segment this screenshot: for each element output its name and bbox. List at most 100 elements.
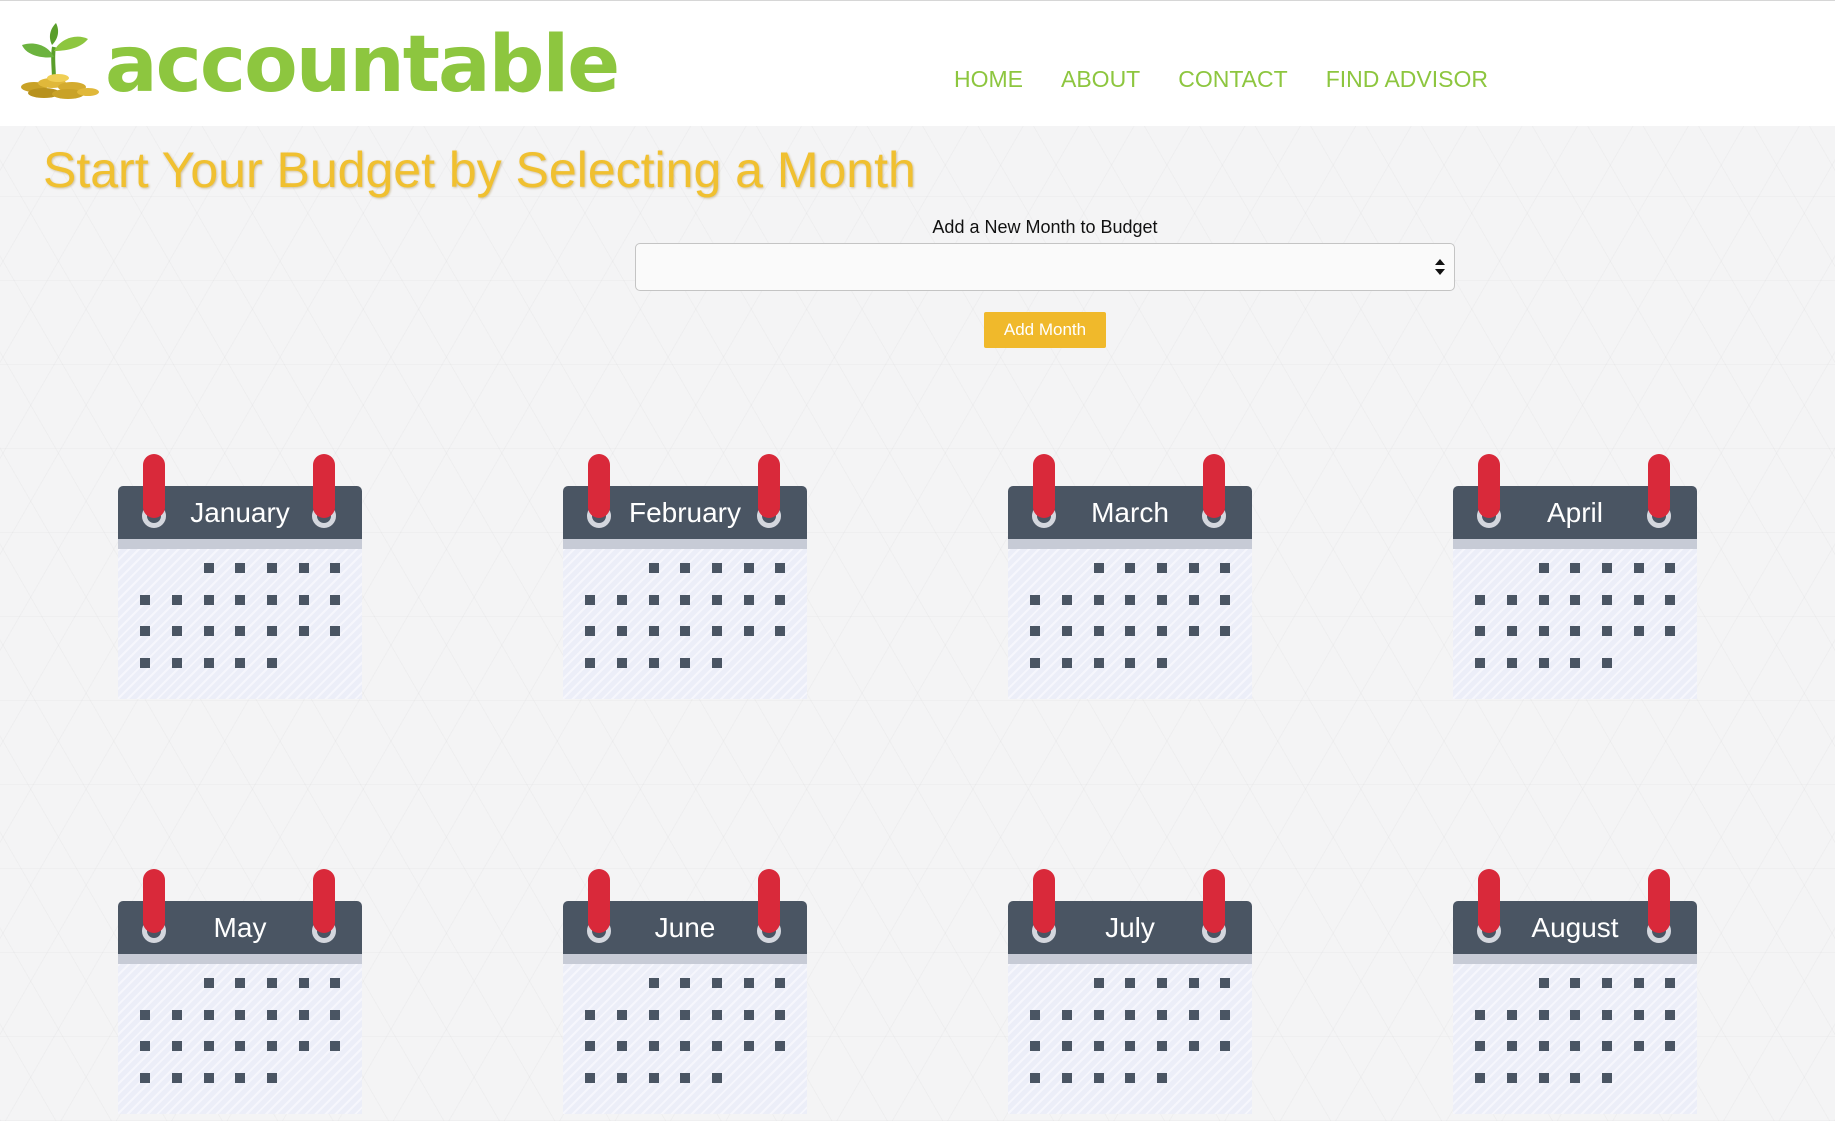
calendar-day-dot	[172, 1041, 182, 1051]
calendar-day-dot	[235, 1041, 245, 1051]
calendar-day-dot	[1539, 658, 1549, 668]
add-month-button[interactable]: Add Month	[984, 312, 1106, 348]
calendar-day-dot	[1570, 978, 1580, 988]
calendar-day-dot	[775, 626, 785, 636]
calendar-strip	[563, 539, 807, 549]
calendar-day-dot	[649, 1010, 659, 1020]
calendar-day-dot	[1634, 1010, 1644, 1020]
calendar-day-dot	[680, 1010, 690, 1020]
calendar-day-dot	[744, 978, 754, 988]
calendar-day-dot	[1570, 1041, 1580, 1051]
calendar-day-dot	[267, 1041, 277, 1051]
calendar-card-may[interactable]: May	[118, 869, 362, 1114]
calendar-day-dot	[267, 626, 277, 636]
calendar-day-dot	[204, 1041, 214, 1051]
calendar-day-dot	[712, 595, 722, 605]
calendar-day-dot	[1665, 1010, 1675, 1020]
calendar-day-dot	[680, 626, 690, 636]
calendar-days-grid	[140, 978, 340, 1083]
calendar-day-dot	[204, 563, 214, 573]
calendar-day-dot	[1634, 563, 1644, 573]
sprout-coins-logo-icon[interactable]	[14, 23, 104, 99]
calendar-card-march[interactable]: March	[1008, 454, 1252, 699]
calendar-day-dot	[649, 658, 659, 668]
calendar-day-dot	[267, 658, 277, 668]
calendar-days-grid	[1030, 563, 1230, 668]
calendar-card-june[interactable]: June	[563, 869, 807, 1114]
calendar-strip	[1008, 954, 1252, 964]
calendar-day-dot	[1189, 626, 1199, 636]
calendar-day-dot	[1189, 978, 1199, 988]
calendar-days-grid	[140, 563, 340, 668]
calendar-day-dot	[744, 626, 754, 636]
calendar-day-dot	[1094, 1073, 1104, 1083]
nav-contact[interactable]: CONTACT	[1178, 67, 1287, 91]
calendar-day-dot	[235, 978, 245, 988]
calendar-card-april[interactable]: April	[1453, 454, 1697, 699]
calendar-day-dot	[1062, 1073, 1072, 1083]
calendar-strip	[118, 539, 362, 549]
month-select[interactable]	[635, 243, 1455, 291]
nav-find-advisor[interactable]: FIND ADVISOR	[1326, 67, 1488, 91]
calendar-day-dot	[1602, 595, 1612, 605]
month-select-label: Add a New Month to Budget	[932, 217, 1158, 237]
calendar-day-dot	[1125, 626, 1135, 636]
calendar-day-dot	[1570, 595, 1580, 605]
calendar-day-dot	[1602, 1073, 1612, 1083]
calendar-day-dot	[235, 658, 245, 668]
calendar-month-label: May	[213, 912, 267, 943]
calendar-day-dot	[267, 595, 277, 605]
calendar-day-dot	[680, 1073, 690, 1083]
brand-wordmark[interactable]: accountable	[105, 19, 620, 111]
calendar-day-dot	[1634, 595, 1644, 605]
calendar-day-dot	[1665, 595, 1675, 605]
calendar-card-february[interactable]: February	[563, 454, 807, 699]
calendar-day-dot	[1539, 978, 1549, 988]
calendar-month-label: January	[190, 497, 290, 528]
calendar-day-dot	[267, 1073, 277, 1083]
calendar-day-dot	[649, 563, 659, 573]
calendar-day-dot	[140, 626, 150, 636]
calendar-day-dot	[617, 595, 627, 605]
nav-about[interactable]: ABOUT	[1061, 67, 1140, 91]
calendar-month-label: July	[1105, 912, 1155, 943]
calendar-day-dot	[680, 563, 690, 573]
calendar-days-grid	[1030, 978, 1230, 1083]
nav-home[interactable]: HOME	[954, 67, 1023, 91]
calendar-day-dot	[1570, 658, 1580, 668]
calendar-day-dot	[1475, 658, 1485, 668]
calendar-card-august[interactable]: August	[1453, 869, 1697, 1114]
calendar-day-dot	[267, 978, 277, 988]
calendar-day-dot	[1665, 978, 1675, 988]
calendar-day-dot	[617, 1010, 627, 1020]
calendar-day-dot	[1602, 1041, 1612, 1051]
calendar-day-dot	[172, 1010, 182, 1020]
calendar-day-dot	[1157, 658, 1167, 668]
calendar-day-dot	[1475, 595, 1485, 605]
calendar-day-dot	[1125, 1041, 1135, 1051]
calendar-day-dot	[712, 626, 722, 636]
calendar-day-dot	[235, 1010, 245, 1020]
calendar-day-dot	[1094, 1041, 1104, 1051]
calendar-day-dot	[1665, 1041, 1675, 1051]
calendar-day-dot	[1125, 1010, 1135, 1020]
calendar-day-dot	[1094, 1010, 1104, 1020]
calendar-day-dot	[1570, 563, 1580, 573]
calendar-day-dot	[267, 563, 277, 573]
calendar-day-dot	[1189, 1010, 1199, 1020]
calendar-card-july[interactable]: July	[1008, 869, 1252, 1114]
calendar-month-label: March	[1091, 497, 1169, 528]
calendar-day-dot	[299, 1041, 309, 1051]
calendar-day-dot	[775, 595, 785, 605]
calendar-day-dot	[1030, 595, 1040, 605]
calendar-month-label: April	[1546, 497, 1603, 528]
calendar-day-dot	[140, 1073, 150, 1083]
calendar-card-january[interactable]: January	[118, 454, 362, 699]
calendar-day-dot	[1539, 1010, 1549, 1020]
calendar-day-dot	[1062, 626, 1072, 636]
calendar-day-dot	[1157, 563, 1167, 573]
calendar-day-dot	[680, 595, 690, 605]
calendar-day-dot	[585, 1041, 595, 1051]
calendar-day-dot	[775, 978, 785, 988]
calendar-day-dot	[235, 1073, 245, 1083]
